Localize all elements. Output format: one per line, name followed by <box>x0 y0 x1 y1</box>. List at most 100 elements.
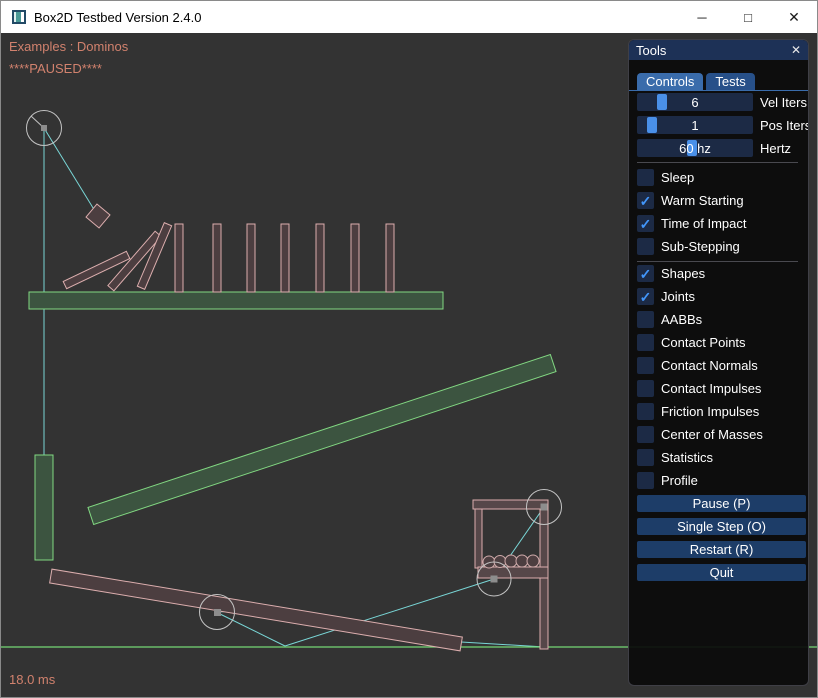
hertz-value: 60 hz <box>637 139 753 157</box>
time-of-impact-label: Time of Impact <box>661 216 746 231</box>
statistics-checkbox[interactable]: ✓ <box>637 449 654 466</box>
contact-normals-label: Contact Normals <box>661 358 758 373</box>
tools-close-button[interactable]: ✕ <box>791 43 801 57</box>
aabbs-checkbox[interactable]: ✓ <box>637 311 654 328</box>
titlebar[interactable]: Box2D Testbed Version 2.4.0 ─ □ ✕ <box>1 1 817 33</box>
pendulum-bob-square <box>86 204 110 228</box>
statistics-label: Statistics <box>661 450 713 465</box>
check-row-joints: ✓ Joints <box>637 288 800 305</box>
hertz-slider[interactable]: 60 hz <box>637 139 753 157</box>
vel-iters-label: Vel Iters <box>760 95 807 110</box>
frame-shelf <box>478 567 548 578</box>
time-of-impact-checkbox[interactable]: ✓ <box>637 215 654 232</box>
app-icon <box>12 10 26 24</box>
contact-normals-checkbox[interactable]: ✓ <box>637 357 654 374</box>
sleep-label: Sleep <box>661 170 694 185</box>
slider-row-pos-iters: 1 Pos Iters <box>637 116 800 134</box>
sub-stepping-label: Sub-Stepping <box>661 239 740 254</box>
domino-standing-1 <box>175 224 183 292</box>
window-controls: ─ □ ✕ <box>679 1 817 33</box>
pos-iters-slider[interactable]: 1 <box>637 116 753 134</box>
domino-standing-4 <box>281 224 289 292</box>
ball-5 <box>527 555 539 567</box>
shapes-label: Shapes <box>661 266 705 281</box>
close-button[interactable]: ✕ <box>771 1 817 33</box>
check-icon: ✓ <box>640 194 652 208</box>
check-row-profile: ✓ Profile <box>637 472 800 489</box>
shapes-checkbox[interactable]: ✓ <box>637 265 654 282</box>
ball-4 <box>516 555 528 567</box>
button-stack: Pause (P) Single Step (O) Restart (R) Qu… <box>637 495 800 581</box>
warm-starting-label: Warm Starting <box>661 193 744 208</box>
minimize-button[interactable]: ─ <box>679 1 725 33</box>
tab-tests[interactable]: Tests <box>706 73 754 90</box>
check-row-statistics: ✓ Statistics <box>637 449 800 466</box>
contact-points-checkbox[interactable]: ✓ <box>637 334 654 351</box>
seesaw-plank <box>50 569 463 651</box>
dynamic-bodies <box>50 204 463 651</box>
domino-standing-2 <box>213 224 221 292</box>
check-row-shapes: ✓ Shapes <box>637 265 800 282</box>
long-ramp <box>88 354 556 524</box>
profile-checkbox[interactable]: ✓ <box>637 472 654 489</box>
check-icon: ✓ <box>640 267 652 281</box>
domino-standing-7 <box>386 224 394 292</box>
domino-standing-5 <box>316 224 324 292</box>
example-label: Examples : Dominos <box>9 39 128 54</box>
warm-starting-checkbox[interactable]: ✓ <box>637 192 654 209</box>
tools-title: Tools <box>636 43 791 58</box>
pause-button[interactable]: Pause (P) <box>637 495 806 512</box>
center-of-masses-label: Center of Masses <box>661 427 763 442</box>
window-title: Box2D Testbed Version 2.4.0 <box>34 10 201 25</box>
vertical-post <box>35 455 53 560</box>
tools-titlebar[interactable]: Tools ✕ <box>629 40 808 60</box>
maximize-button[interactable]: □ <box>725 1 771 33</box>
ball-3 <box>505 555 517 567</box>
tab-controls[interactable]: Controls <box>637 73 703 90</box>
check-row-contact-normals: ✓ Contact Normals <box>637 357 800 374</box>
maximize-icon: □ <box>744 10 752 25</box>
close-icon: ✕ <box>788 9 800 26</box>
vel-iters-slider[interactable]: 6 <box>637 93 753 111</box>
friction-impulses-checkbox[interactable]: ✓ <box>637 403 654 420</box>
frame-left-bar <box>475 509 482 568</box>
center-of-masses-checkbox[interactable]: ✓ <box>637 426 654 443</box>
single-step-button[interactable]: Single Step (O) <box>637 518 806 535</box>
domino-standing-6 <box>351 224 359 292</box>
slider-row-hertz: 60 hz Hertz <box>637 139 800 157</box>
anchor-cradle-low <box>491 576 498 583</box>
tools-tabbar: Controls Tests <box>629 60 808 91</box>
friction-impulses-label: Friction Impulses <box>661 404 759 419</box>
contact-impulses-checkbox[interactable]: ✓ <box>637 380 654 397</box>
separator <box>637 162 798 163</box>
check-row-sub-stepping: ✓ Sub-Stepping <box>637 238 800 255</box>
anchor-cradle-top <box>541 504 548 511</box>
tools-panel: Tools ✕ Controls Tests 6 Vel Iters 1 <box>628 39 809 686</box>
quit-button[interactable]: Quit <box>637 564 806 581</box>
contact-points-label: Contact Points <box>661 335 746 350</box>
check-icon: ✓ <box>640 290 652 304</box>
frame-top-bar <box>473 500 548 509</box>
check-row-center-of-masses: ✓ Center of Masses <box>637 426 800 443</box>
sleep-checkbox[interactable]: ✓ <box>637 169 654 186</box>
check-row-contact-impulses: ✓ Contact Impulses <box>637 380 800 397</box>
check-icon: ✓ <box>640 217 652 231</box>
frame-right-bar <box>540 509 548 649</box>
app-window: Examples : Dominos ****PAUSED**** 18.0 m… <box>0 0 818 698</box>
minimize-icon: ─ <box>697 10 706 25</box>
frame-time-label: 18.0 ms <box>9 672 55 687</box>
anchor-seesaw <box>214 609 221 616</box>
sub-stepping-checkbox[interactable]: ✓ <box>637 238 654 255</box>
restart-button[interactable]: Restart (R) <box>637 541 806 558</box>
domino-standing-3 <box>247 224 255 292</box>
check-row-contact-points: ✓ Contact Points <box>637 334 800 351</box>
joints-checkbox[interactable]: ✓ <box>637 288 654 305</box>
cradle-balls <box>483 555 539 568</box>
check-row-aabbs: ✓ AABBs <box>637 311 800 328</box>
slider-row-vel-iters: 6 Vel Iters <box>637 93 800 111</box>
profile-label: Profile <box>661 473 698 488</box>
check-row-friction-impulses: ✓ Friction Impulses <box>637 403 800 420</box>
joints-label: Joints <box>661 289 695 304</box>
joint-pendulum-bob <box>44 128 98 216</box>
tools-body: 6 Vel Iters 1 Pos Iters 60 hz Hertz <box>629 91 808 581</box>
